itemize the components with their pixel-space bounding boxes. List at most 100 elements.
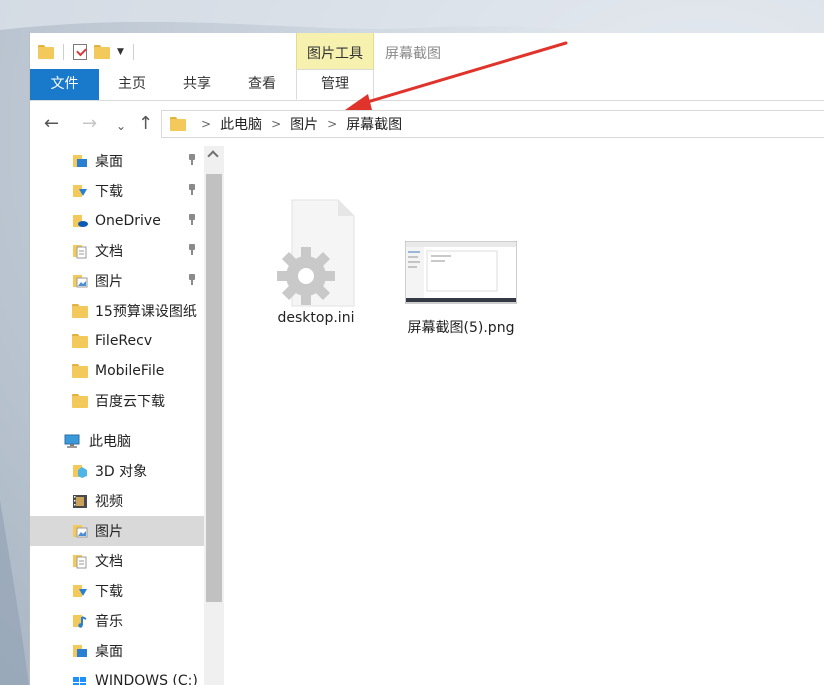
- tab-home[interactable]: 主页: [99, 69, 165, 100]
- pin-icon[interactable]: [187, 274, 197, 286]
- sidebar-item-label: WINDOWS (C:): [95, 673, 198, 685]
- documents-folder-icon: [72, 553, 88, 569]
- window-title: 屏幕截图: [385, 46, 441, 62]
- up-arrow-icon[interactable]: ↑: [138, 114, 153, 134]
- scroll-up-icon[interactable]: [207, 150, 219, 162]
- ribbon-tabs: 文件 主页 共享 查看 管理: [30, 69, 824, 101]
- sidebar-item-filerecv[interactable]: FileRecv: [30, 326, 204, 356]
- downloads-folder-icon: [72, 583, 88, 599]
- sidebar-item-folder-15[interactable]: 15预算课设图纸: [30, 296, 204, 326]
- sidebar-item-downloads[interactable]: 下载: [30, 176, 204, 206]
- sidebar-item-label: 图片: [95, 274, 123, 290]
- pin-icon[interactable]: [187, 244, 197, 256]
- videos-folder-icon: [72, 493, 88, 509]
- image-thumbnail: [404, 240, 518, 304]
- nav-pane-scrollbar[interactable]: [204, 146, 224, 685]
- file-screenshot-png[interactable]: 屏幕截图(5).png: [399, 240, 523, 337]
- folder-icon: [72, 303, 88, 319]
- pictures-folder-icon: [72, 273, 88, 289]
- pin-icon[interactable]: [187, 154, 197, 166]
- chevron-right-icon[interactable]: >: [327, 117, 337, 131]
- sidebar-item-label: OneDrive: [95, 213, 161, 229]
- chevron-right-icon[interactable]: >: [201, 117, 211, 131]
- sidebar-item-label: 文档: [95, 244, 123, 260]
- watermark-main-text: Baidu经验: [630, 596, 815, 636]
- sidebar-item-documents[interactable]: 文档: [30, 236, 204, 266]
- folder-icon: [72, 363, 88, 379]
- sidebar-item-baidu-download[interactable]: 百度云下载: [30, 386, 204, 416]
- sidebar-item-label: 15预算课设图纸: [95, 304, 197, 320]
- breadcrumb-this-pc[interactable]: 此电脑: [220, 114, 262, 134]
- title-bar: ▼ 图片工具 屏幕截图: [30, 33, 824, 99]
- sidebar-item-downloads-pc[interactable]: 下载: [30, 576, 204, 606]
- toolbar-separator: [132, 44, 134, 60]
- pin-icon[interactable]: [187, 214, 197, 226]
- folder-icon: [170, 117, 186, 131]
- sidebar-item-this-pc[interactable]: 此电脑: [30, 426, 204, 456]
- navigation-bar: ← → ⌄ ↑ > 此电脑 > 图片 > 屏幕截图: [30, 104, 824, 144]
- sidebar-item-label: 3D 对象: [95, 464, 148, 480]
- sidebar-item-desktop[interactable]: 桌面: [30, 146, 204, 176]
- tab-manage[interactable]: 管理: [296, 69, 374, 100]
- tab-view[interactable]: 查看: [229, 69, 295, 100]
- sidebar-item-3d-objects[interactable]: 3D 对象: [30, 456, 204, 486]
- sidebar-item-pictures-pc[interactable]: 图片: [30, 516, 204, 546]
- sidebar-item-label: 视频: [95, 494, 123, 510]
- quick-access-toolbar: ▼: [38, 41, 136, 63]
- folder-icon: [72, 393, 88, 409]
- sidebar-item-label: 文档: [95, 554, 123, 570]
- folder-icon[interactable]: [38, 45, 54, 59]
- toolbar-separator: [63, 44, 64, 60]
- sidebar-item-label: 下载: [95, 184, 123, 200]
- address-bar[interactable]: > 此电脑 > 图片 > 屏幕截图: [161, 110, 824, 138]
- computer-icon: [62, 433, 82, 449]
- breadcrumb-screenshots[interactable]: 屏幕截图: [346, 114, 402, 134]
- sidebar-item-label: 百度云下载: [95, 394, 165, 410]
- navigation-pane: 桌面 下载 OneDrive 文档 图片 15预算课设图纸 FileRecv M…: [30, 146, 224, 685]
- sidebar-item-label: FileRecv: [95, 333, 153, 349]
- sidebar-item-label: 桌面: [95, 154, 123, 170]
- sidebar-item-label: 音乐: [95, 614, 123, 630]
- tab-share[interactable]: 共享: [165, 69, 229, 100]
- onedrive-folder-icon: [72, 213, 88, 229]
- back-arrow-icon[interactable]: ←: [44, 114, 59, 134]
- sidebar-item-label: 图片: [95, 524, 123, 540]
- sidebar-item-windows-drive[interactable]: WINDOWS (C:): [30, 666, 204, 685]
- sidebar-item-music[interactable]: 音乐: [30, 606, 204, 636]
- properties-icon[interactable]: [73, 44, 87, 60]
- sidebar-item-label: MobileFile: [95, 363, 165, 379]
- context-group-label: 图片工具: [307, 46, 363, 62]
- file-desktop-ini[interactable]: desktop.ini: [266, 198, 366, 326]
- watermark-sub-text: jingyan.baidu.com: [630, 635, 758, 649]
- documents-folder-icon: [72, 243, 88, 259]
- sidebar-item-label: 下载: [95, 584, 123, 600]
- file-name: desktop.ini: [277, 310, 355, 326]
- sidebar-item-pictures[interactable]: 图片: [30, 266, 204, 296]
- sidebar-item-videos[interactable]: 视频: [30, 486, 204, 516]
- downloads-folder-icon: [72, 183, 88, 199]
- pictures-folder-icon: [72, 523, 88, 539]
- tab-file[interactable]: 文件: [30, 69, 99, 100]
- breadcrumb-pictures[interactable]: 图片: [290, 114, 318, 134]
- sidebar-item-mobilefile[interactable]: MobileFile: [30, 356, 204, 386]
- file-name: 屏幕截图(5).png: [407, 320, 515, 336]
- desktop-folder-icon: [72, 153, 88, 169]
- new-folder-icon[interactable]: [94, 45, 110, 59]
- scrollbar-thumb[interactable]: [206, 174, 222, 602]
- sidebar-item-label: 此电脑: [89, 434, 131, 450]
- windows-drive-icon: [72, 673, 88, 685]
- baidu-watermark: Baidu经验 jingyan.baidu.com: [630, 588, 814, 649]
- recent-locations-chevron-icon[interactable]: ⌄: [116, 116, 126, 136]
- desktop-folder-icon: [72, 643, 88, 659]
- sidebar-item-onedrive[interactable]: OneDrive: [30, 206, 204, 236]
- 3d-objects-folder-icon: [72, 463, 88, 479]
- customize-toolbar-dropdown-icon[interactable]: ▼: [117, 47, 124, 57]
- folder-icon: [72, 333, 88, 349]
- music-folder-icon: [72, 613, 88, 629]
- forward-arrow-icon[interactable]: →: [82, 114, 97, 134]
- sidebar-item-desktop-pc[interactable]: 桌面: [30, 636, 204, 666]
- chevron-right-icon[interactable]: >: [271, 117, 281, 131]
- sidebar-item-documents-pc[interactable]: 文档: [30, 546, 204, 576]
- settings-file-icon: [277, 199, 355, 307]
- pin-icon[interactable]: [187, 184, 197, 196]
